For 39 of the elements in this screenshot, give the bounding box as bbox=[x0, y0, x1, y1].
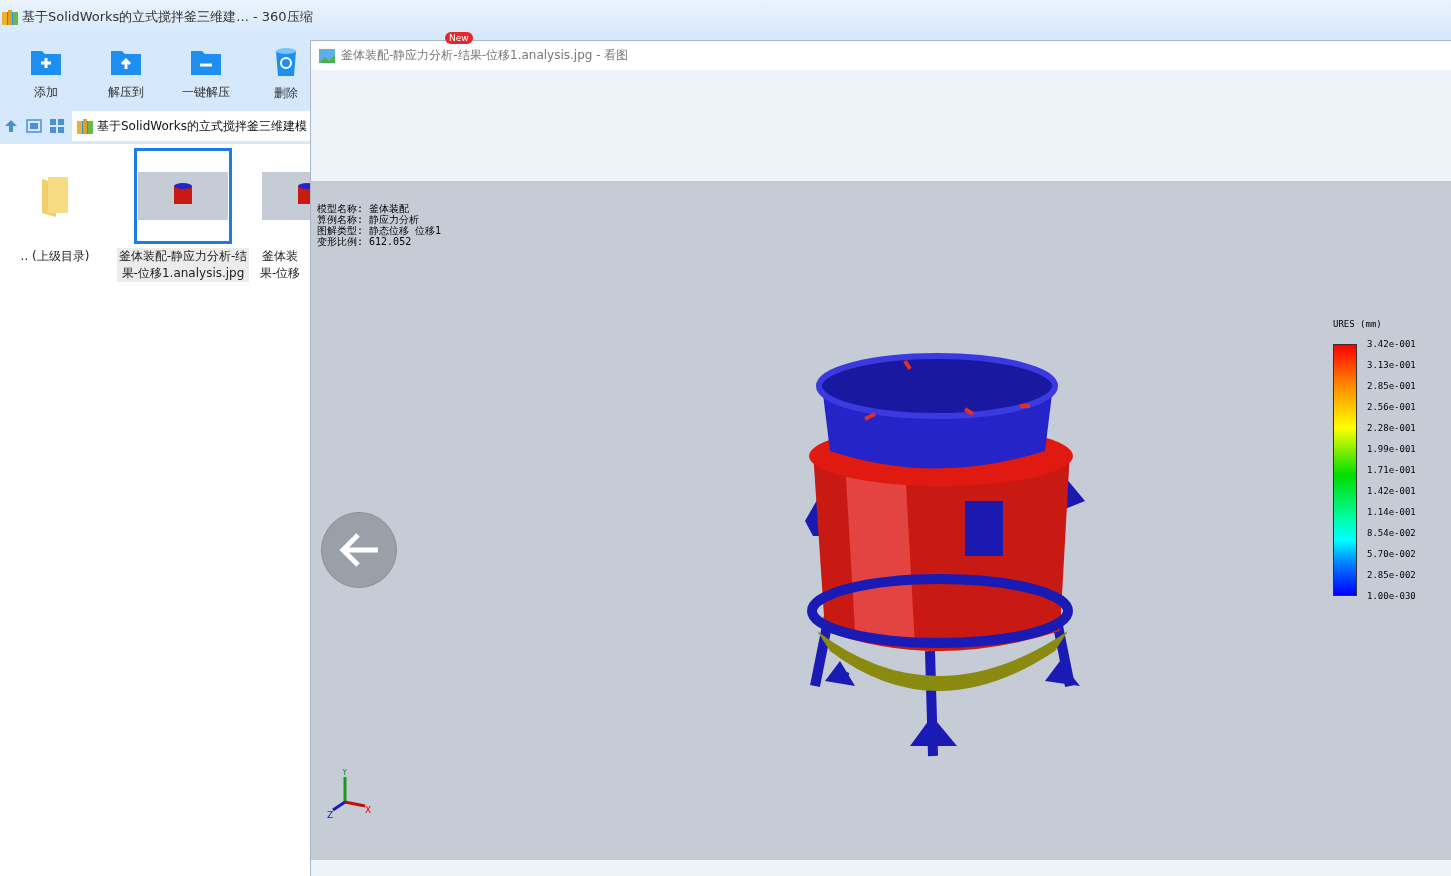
file-name: .. (上级目录) bbox=[19, 248, 91, 265]
file-name: 釜体装 果-位移 bbox=[259, 248, 302, 282]
legend-label: 2.56e-001 bbox=[1367, 402, 1416, 412]
grid-view-icon[interactable] bbox=[50, 119, 64, 133]
file-thumbnail[interactable] bbox=[134, 148, 232, 244]
image-viewer-icon bbox=[319, 48, 335, 63]
legend-label: 2.85e-002 bbox=[1367, 570, 1416, 580]
legend-label: 2.85e-001 bbox=[1367, 381, 1416, 391]
legend-label: 1.99e-001 bbox=[1367, 444, 1416, 454]
up-arrow-icon[interactable] bbox=[4, 119, 18, 133]
legend-label: 1.71e-001 bbox=[1367, 465, 1416, 475]
legend-title: URES (mm) bbox=[1333, 319, 1383, 329]
legend-label: 3.13e-001 bbox=[1367, 360, 1416, 370]
toolbar-button[interactable]: 解压到 bbox=[100, 47, 152, 101]
left-arrow-icon bbox=[338, 532, 380, 568]
legend-label: 3.42e-001 bbox=[1367, 339, 1416, 349]
info-text: 算例名称: 静应力分析 bbox=[317, 214, 420, 225]
legend-label: 1.42e-001 bbox=[1367, 486, 1416, 496]
legend-label: 8.54e-002 bbox=[1367, 528, 1416, 538]
window-title: 基于SolidWorks的立式搅拌釜三维建... - 360压缩 bbox=[22, 8, 313, 26]
legend-label: 1.14e-001 bbox=[1367, 507, 1416, 517]
folder-icon bbox=[40, 175, 70, 217]
address-field[interactable]: 基于SolidWorks的立式搅拌釜三维建模 bbox=[72, 111, 310, 141]
toolbar-button[interactable]: 添加 bbox=[20, 47, 72, 101]
info-text: 变形比例: 612.052 bbox=[317, 236, 413, 247]
legend-label: 2.28e-001 bbox=[1367, 423, 1416, 433]
detail-view-icon[interactable] bbox=[26, 119, 42, 133]
legend-label: 5.70e-002 bbox=[1367, 549, 1416, 559]
file-name: 釜体装配-静应力分析-结 果-位移1.analysis.jpg bbox=[116, 248, 250, 282]
trash-icon bbox=[274, 46, 298, 77]
viewer-title: 釜体装配-静应力分析-结果-位移1.analysis.jpg - 看图 bbox=[341, 47, 629, 64]
axis-triad-drawing: Y X Z bbox=[325, 769, 375, 819]
archive-icon bbox=[77, 118, 93, 134]
toolbar-button[interactable]: 一键解压 bbox=[180, 47, 232, 101]
archive-app-icon bbox=[2, 9, 18, 25]
legend-label: 1.00e-030 bbox=[1367, 591, 1416, 601]
info-text: 图解类型: 静态位移 位移1 bbox=[317, 225, 442, 236]
info-text: 模型名称: 釜体装配 bbox=[317, 203, 411, 214]
new-badge: New bbox=[445, 32, 473, 44]
